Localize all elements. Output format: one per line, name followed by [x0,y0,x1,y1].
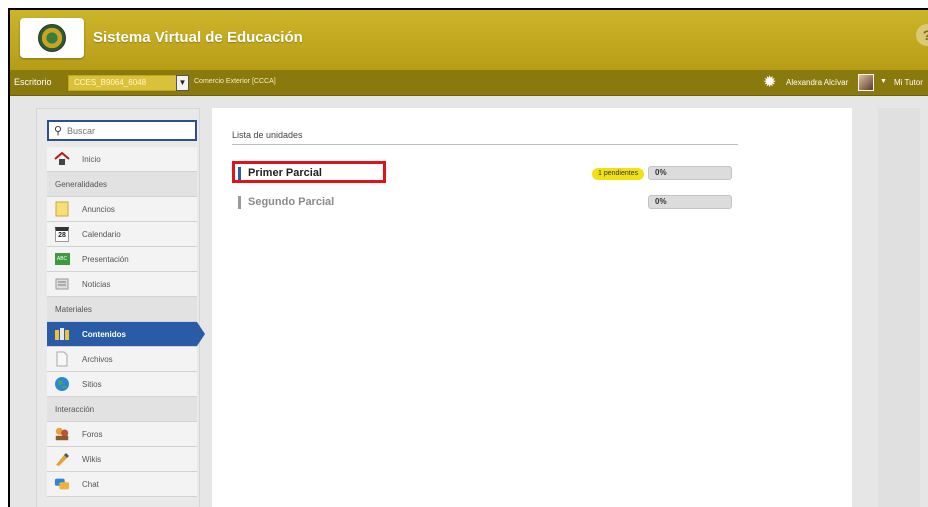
sidebar-section-header: Interacción [47,397,197,422]
user-menu-caret-icon[interactable]: ▼ [880,78,887,85]
presentation-board: ABC [54,253,70,265]
sidebar-item-label: Calendario [82,229,121,239]
unit-row[interactable]: Primer Parcial 1 pendientes 0% [232,161,742,185]
app-header: Sistema Virtual de Educación ? [10,10,928,70]
presentation-icon: ABC [54,251,70,267]
pending-badge: 1 pendientes [592,168,645,180]
seal-icon [38,24,66,52]
home-icon [54,151,70,167]
institution-logo[interactable] [20,18,84,58]
unit-marker [238,196,241,209]
sidebar-item-anuncios[interactable]: Anuncios [47,197,197,222]
sidebar-item-label: Archivos [82,354,113,364]
sidebar: ⚲ Inicio Generalidades Anuncios 28 Calendari… [36,108,205,507]
forum-icon [54,426,70,442]
news-icon [54,276,70,292]
sidebar-item-wikis[interactable]: Wikis [47,447,197,472]
sidebar-item-chat[interactable]: Chat [47,472,197,497]
sidebar-item-label: Chat [82,479,99,489]
progress-bar: 0% [648,166,732,180]
sidebar-item-label: Presentación [82,254,129,264]
sidebar-item-label: Contenidos [82,329,126,339]
sidebar-item-foros[interactable]: Foros [47,422,197,447]
wiki-icon [54,451,70,467]
active-indicator-arrow [197,322,205,346]
desk-link[interactable]: Escritorio [14,77,52,87]
course-name: Comercio Exterior [CCCA] [194,78,276,85]
sidebar-item-contenidos[interactable]: Contenidos [47,322,205,347]
sidebar-item-archivos[interactable]: Archivos [47,347,197,372]
chevron-down-icon[interactable]: ▼ [176,75,189,91]
gear-icon[interactable]: ✹ [763,75,779,91]
sidebar-menu: Inicio Generalidades Anuncios 28 Calendario A… [47,147,205,497]
contents-icon [54,326,70,342]
sidebar-section-header: Generalidades [47,172,197,197]
search-box: ⚲ [47,120,197,141]
sidebar-item-label: Noticias [82,279,111,289]
announcement-icon [54,201,70,217]
calendar-day: 28 [55,226,69,242]
progress-bar: 0% [648,195,732,209]
chat-icon [54,476,70,492]
sidebar-item-inicio[interactable]: Inicio [47,147,197,172]
course-select[interactable]: CCES_B9064_6048 [68,75,183,91]
globe-icon [54,376,70,392]
course-toolbar: Escritorio CCES_B9064_6048 ▼ Comercio Ex… [10,70,928,96]
unit-row[interactable]: Segundo Parcial 0% [232,194,742,214]
avatar[interactable] [858,74,874,91]
user-name[interactable]: Alexandra Alcívar [786,78,848,87]
sidebar-item-sitios[interactable]: Sitios [47,372,197,397]
sidebar-item-label: Anuncios [82,204,115,214]
right-panel [878,108,920,507]
search-input[interactable] [67,123,195,138]
sidebar-item-label: Wikis [82,454,102,464]
section-divider [232,144,738,145]
sidebar-item-label: Inicio [82,154,101,164]
sidebar-item-noticias[interactable]: Noticias [47,272,197,297]
sidebar-section-header: Materiales [47,297,197,322]
app-title: Sistema Virtual de Educación [93,29,303,46]
sidebar-item-label: Sitios [82,379,102,389]
unit-name[interactable]: Segundo Parcial [248,196,334,208]
files-icon [54,351,70,367]
main-content: Lista de unidades Primer Parcial 1 pendie… [212,108,852,507]
calendar-icon: 28 [54,226,70,242]
unit-name[interactable]: Primer Parcial [248,167,322,179]
sidebar-item-presentacion[interactable]: ABC Presentación [47,247,197,272]
search-icon: ⚲ [54,125,63,137]
unit-marker [238,167,241,180]
section-title: Lista de unidades [232,130,303,140]
progress-percent: 0% [655,197,667,206]
sidebar-item-calendario[interactable]: 28 Calendario [47,222,197,247]
progress-percent: 0% [655,168,667,177]
help-icon[interactable]: ? [916,24,928,46]
tutor-link[interactable]: Mi Tutor [894,78,923,87]
sidebar-item-label: Foros [82,429,103,439]
